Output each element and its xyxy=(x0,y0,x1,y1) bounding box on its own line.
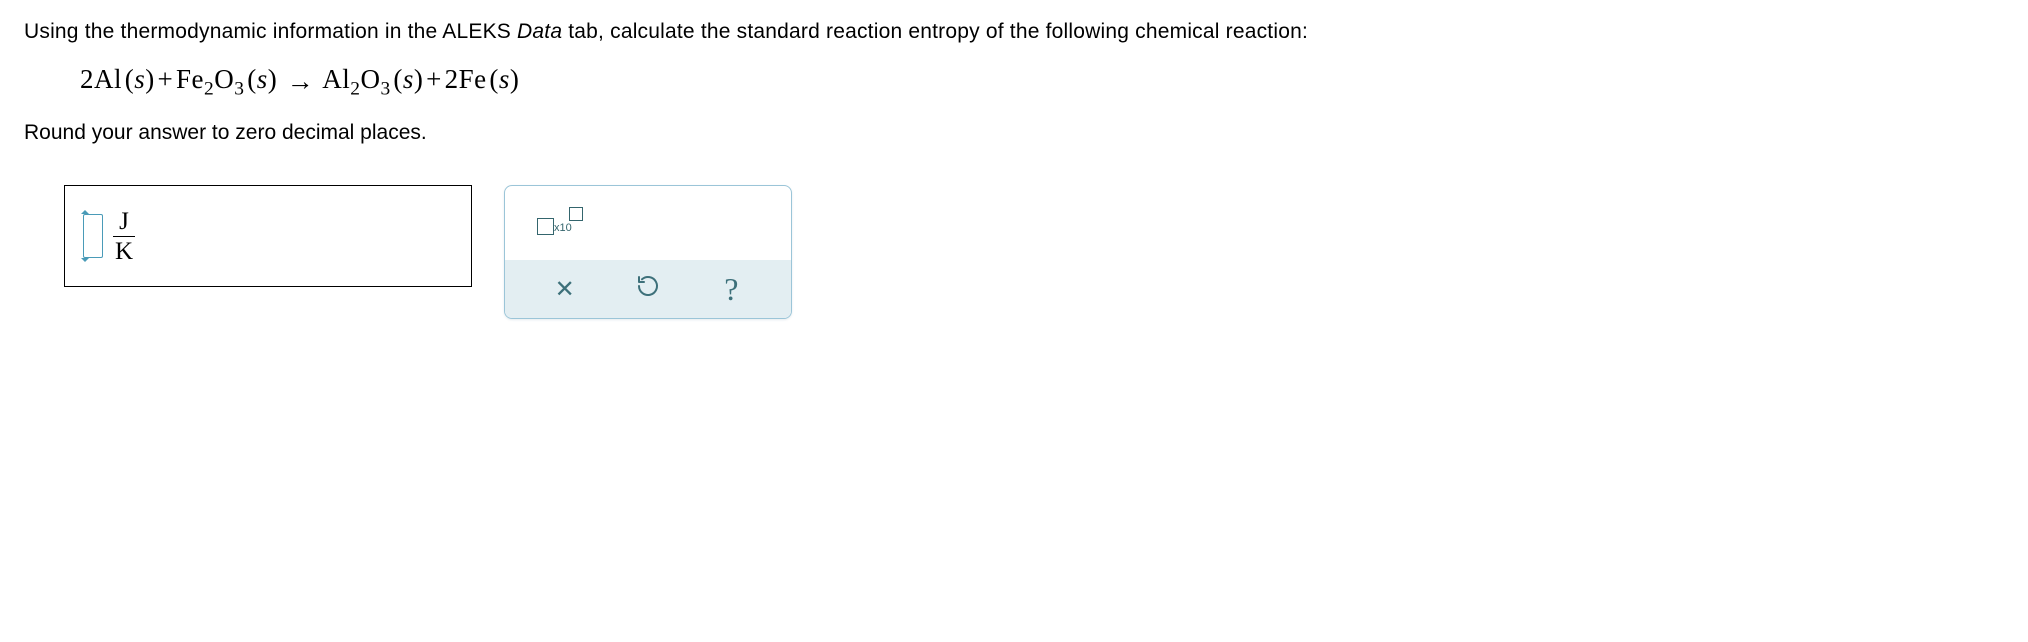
scientific-notation-button[interactable]: x10 xyxy=(531,204,585,242)
chemical-equation: 2Al (s) + Fe2O3 (s) → Al2O3 (s) + 2Fe (s… xyxy=(80,64,2004,97)
question-intro-italic: Data xyxy=(517,20,562,43)
x10-label: x10 xyxy=(554,222,572,234)
exponent-box-icon xyxy=(569,207,583,221)
question-intro-after: tab, calculate the standard reaction ent… xyxy=(562,20,1308,43)
unit-denominator: K xyxy=(115,237,133,264)
question-mark-icon: ? xyxy=(724,271,738,308)
tool-palette: x10 ✕ ? xyxy=(504,185,792,319)
tool-bottom-row: ✕ ? xyxy=(505,260,791,318)
unit-numerator: J xyxy=(116,209,132,236)
answer-input[interactable] xyxy=(83,214,103,258)
reset-button[interactable] xyxy=(626,267,670,311)
clear-button[interactable]: ✕ xyxy=(543,267,587,311)
answer-box: J K xyxy=(64,185,472,287)
answer-unit: J K xyxy=(113,209,135,265)
question-intro: Using the thermodynamic information in t… xyxy=(24,20,2004,44)
tool-top-row: x10 xyxy=(505,186,791,260)
x-icon: ✕ xyxy=(555,275,575,304)
mantissa-box-icon xyxy=(537,218,554,235)
help-button[interactable]: ? xyxy=(709,267,753,311)
question-intro-before: Using the thermodynamic information in t… xyxy=(24,20,517,43)
undo-icon xyxy=(636,274,660,304)
round-instruction: Round your answer to zero decimal places… xyxy=(24,121,2004,145)
